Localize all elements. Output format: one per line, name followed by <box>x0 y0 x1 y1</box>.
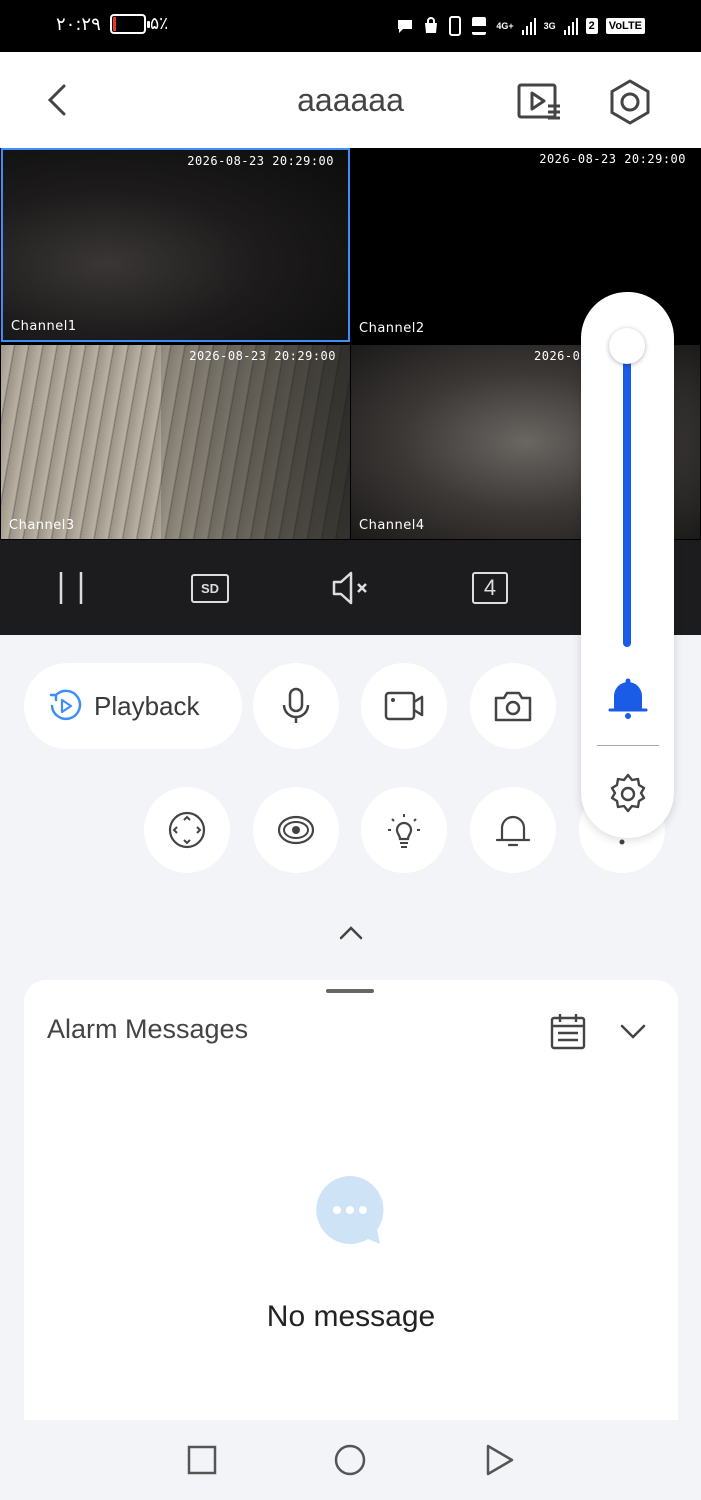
pause-icon[interactable] <box>52 568 92 608</box>
signal-1-icon <box>521 17 536 35</box>
drag-handle[interactable] <box>326 989 374 993</box>
status-bar: ۲۰:۲۹ ۵٪ 4G+ 3G 2 VoLTE <box>0 0 701 52</box>
quality-button[interactable]: SD <box>190 568 230 608</box>
pdf-icon <box>471 17 488 35</box>
camera-timestamp: 2026-08-23 20:29:00 <box>187 154 334 168</box>
playback-label: Playback <box>94 690 200 721</box>
recent-apps-icon[interactable] <box>182 1440 222 1480</box>
recordings-list-icon[interactable] <box>516 78 564 126</box>
record-video-button[interactable] <box>361 663 447 749</box>
page-title: aaaaaa <box>297 82 404 118</box>
camera-tile-3[interactable]: 2026-08-23 20:29:00 Channel3 <box>1 345 350 539</box>
gear-icon[interactable] <box>606 772 650 816</box>
light-button[interactable] <box>361 787 447 873</box>
quality-label: SD <box>190 573 230 603</box>
battery-icon <box>110 14 150 34</box>
camera-tile-1[interactable]: 2026-08-23 20:29:00 Channel1 <box>1 148 350 342</box>
video-camera-icon <box>384 691 424 721</box>
phone-outline-icon <box>449 16 462 36</box>
camera-label: Channel4 <box>359 518 425 533</box>
privacy-button[interactable] <box>253 787 339 873</box>
settings-hexagon-icon[interactable] <box>606 78 654 126</box>
network-3g-label: 3G <box>543 20 556 31</box>
playback-button[interactable]: Playback <box>24 663 242 749</box>
bell-filled-icon[interactable] <box>607 676 649 720</box>
sim-badge: 2 <box>585 18 598 34</box>
system-nav-bar <box>0 1420 701 1500</box>
light-bulb-icon <box>388 814 420 848</box>
ptz-direction-icon <box>168 811 206 849</box>
microphone-icon <box>282 687 310 723</box>
volume-popup <box>581 292 674 838</box>
bell-icon <box>495 815 531 847</box>
chat-bubble-icon <box>398 20 413 33</box>
camera-icon <box>494 691 532 722</box>
alarm-button[interactable] <box>470 787 556 873</box>
camera-label: Channel1 <box>11 319 77 334</box>
chevron-down-icon[interactable] <box>616 1014 650 1048</box>
empty-state-text: No message <box>266 1300 436 1333</box>
signal-2-icon <box>563 17 578 35</box>
status-time: ۲۰:۲۹ <box>56 14 101 35</box>
camera-timestamp: 2026-0 <box>534 349 581 363</box>
battery-percent: ۵٪ <box>150 14 169 34</box>
mute-icon[interactable] <box>330 568 370 608</box>
ptz-button[interactable] <box>144 787 230 873</box>
camera-timestamp: 2026-08-23 20:29:00 <box>189 349 336 363</box>
volume-track[interactable] <box>623 344 631 647</box>
status-icons: 4G+ 3G 2 VoLTE <box>396 12 645 40</box>
eye-icon <box>277 815 315 845</box>
header: aaaaaa <box>0 52 701 148</box>
calendar-icon[interactable] <box>548 1012 588 1052</box>
camera-timestamp: 2026-08-23 20:29:00 <box>539 152 686 166</box>
home-icon[interactable] <box>330 1440 370 1480</box>
network-4g-label: 4G+ <box>496 20 514 31</box>
microphone-button[interactable] <box>253 663 339 749</box>
camera-label: Channel2 <box>359 321 425 336</box>
shopping-bag-icon <box>425 17 438 33</box>
back-triangle-icon[interactable] <box>480 1440 520 1480</box>
snapshot-button[interactable] <box>470 663 556 749</box>
alarm-messages-panel: Alarm Messages No message <box>24 980 678 1420</box>
playback-icon <box>49 689 82 721</box>
empty-message-icon <box>316 1176 384 1244</box>
volte-badge: VoLTE <box>605 18 645 34</box>
split-count-label: 4 <box>471 572 509 604</box>
camera-label: Channel3 <box>9 518 75 533</box>
split-screen-button[interactable]: 4 <box>470 568 510 608</box>
chevron-up-icon[interactable] <box>336 918 366 948</box>
volume-divider <box>597 745 659 746</box>
volume-slider-thumb[interactable] <box>609 328 645 364</box>
alarm-messages-title: Alarm Messages <box>47 1014 249 1044</box>
camera-image-shade <box>161 345 350 539</box>
